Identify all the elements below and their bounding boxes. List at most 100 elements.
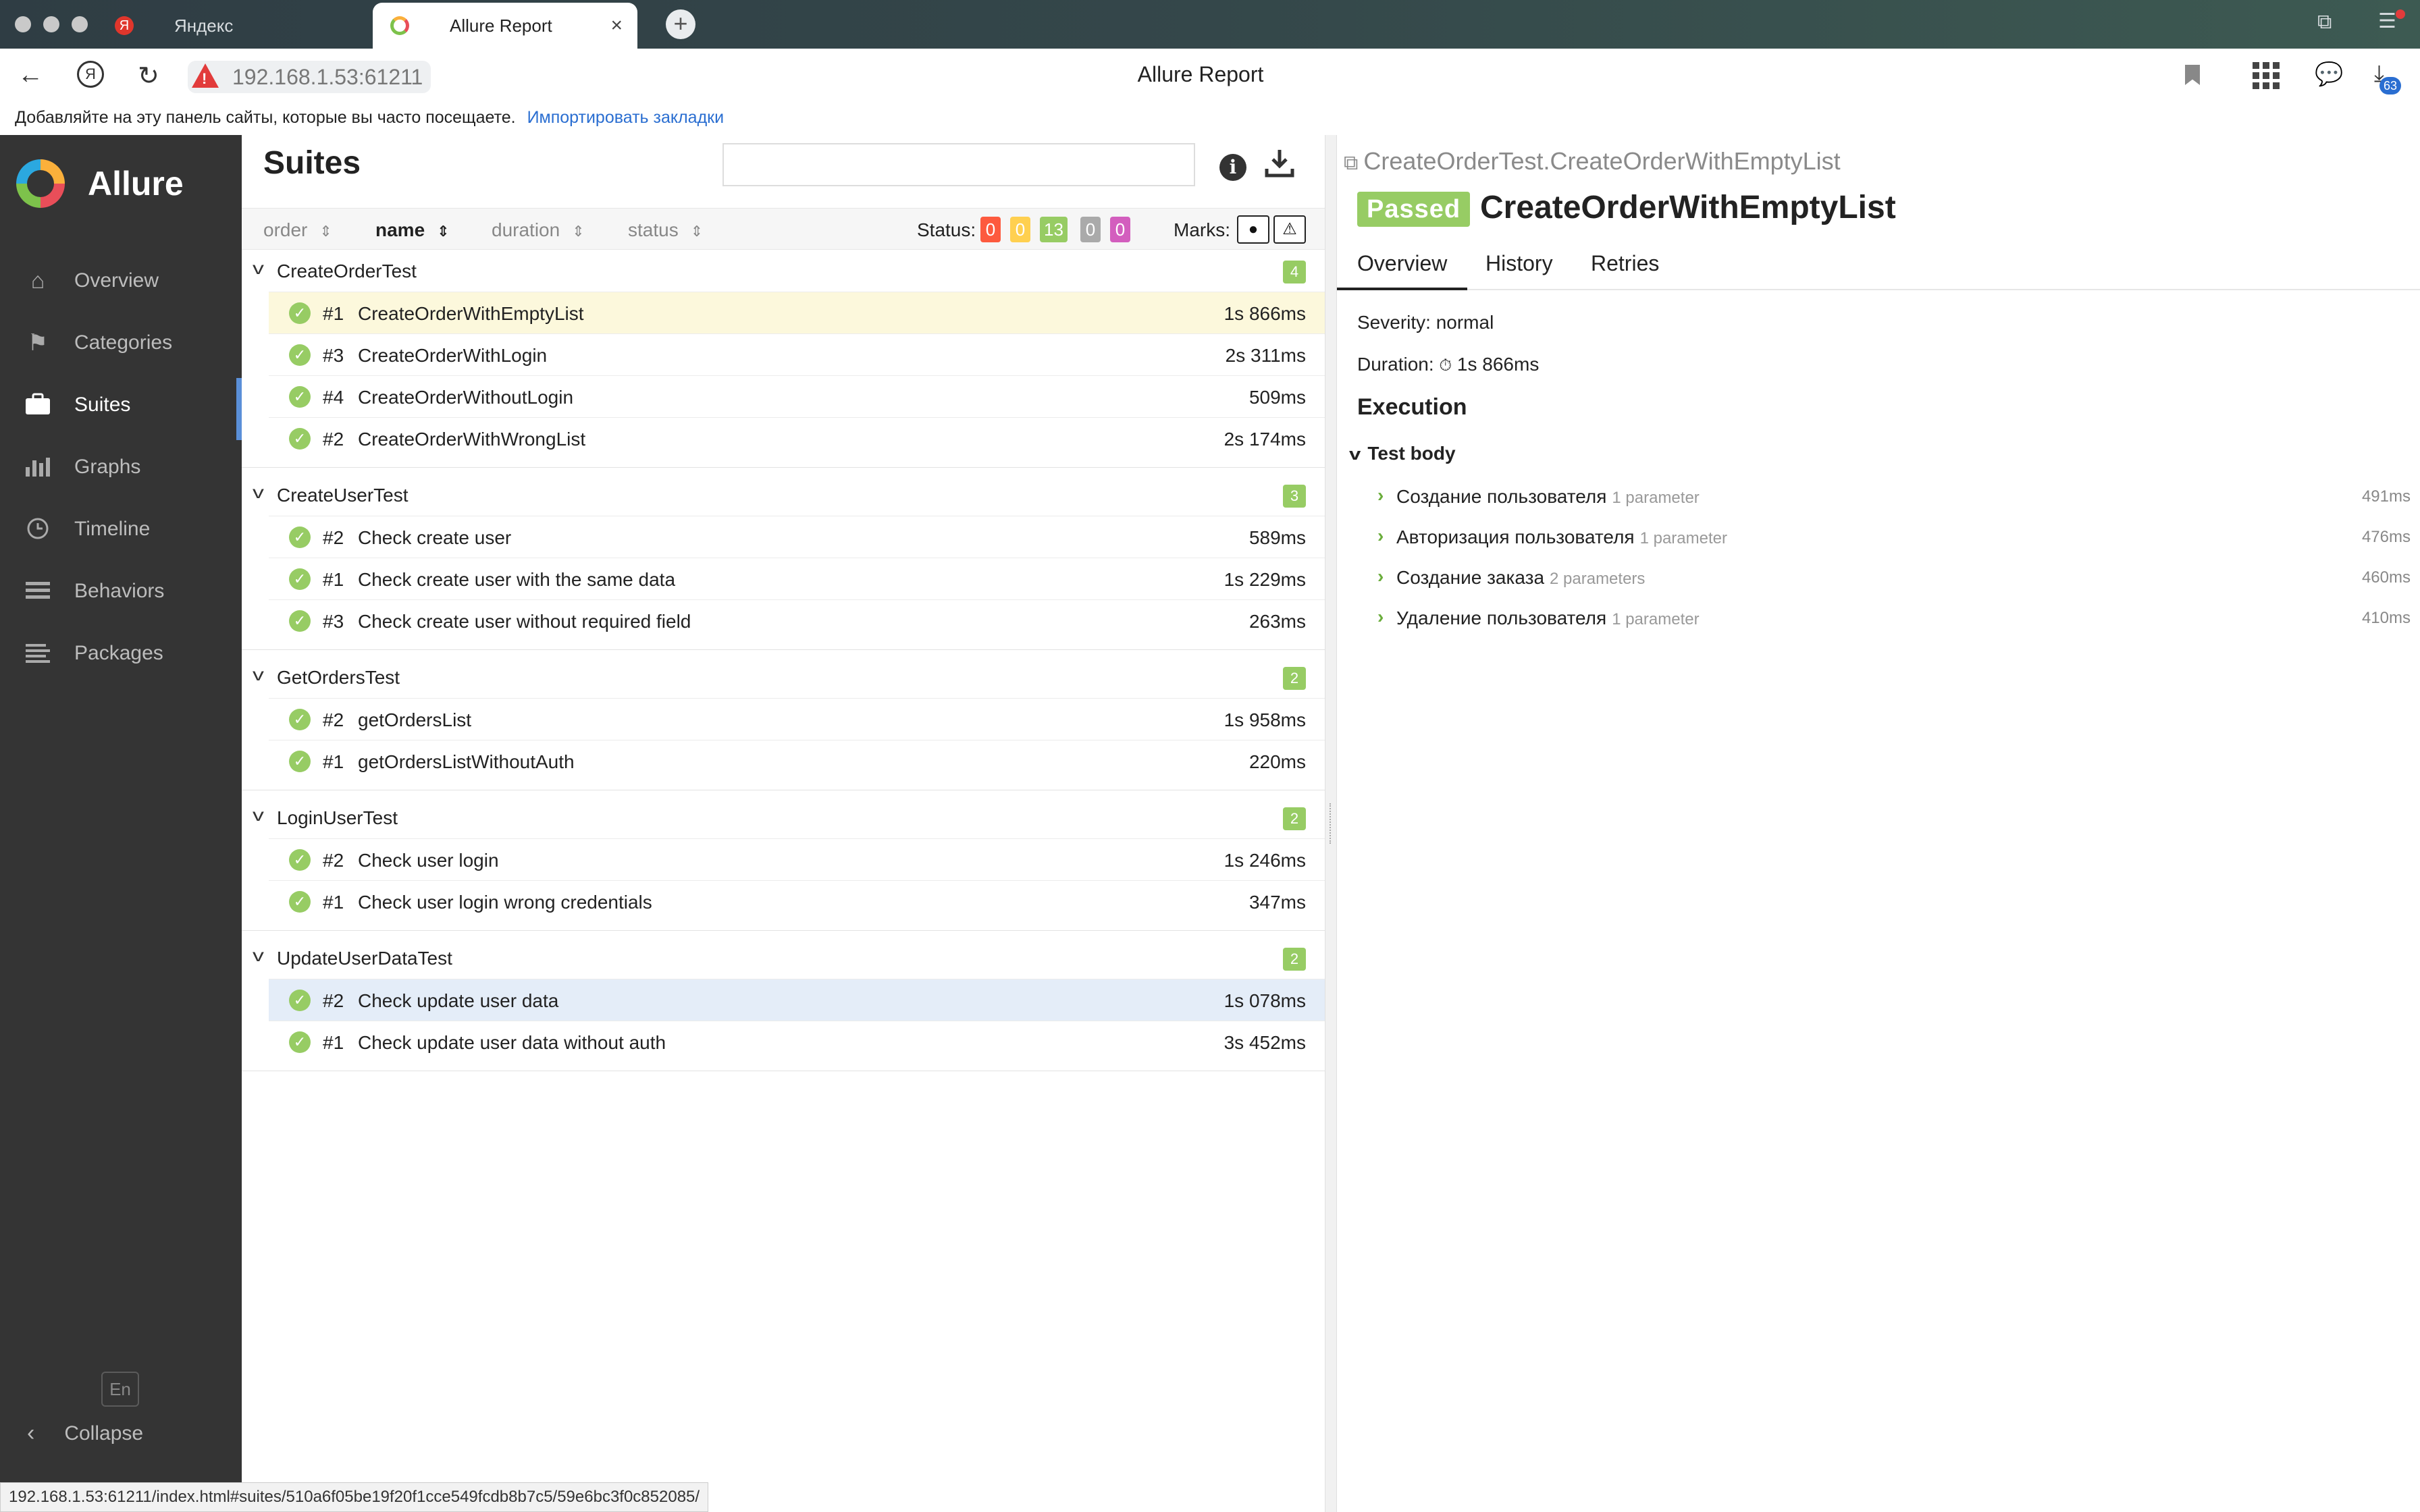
sidebar-item-categories[interactable]: ⚑ Categories [0, 312, 242, 374]
test-row[interactable]: ✓ #3 CreateOrderWithLogin 2s 311ms [269, 333, 1326, 375]
sidebar: Allure ⌂ Overview ⚑ Categories Suites Gr… [0, 135, 242, 1512]
download-icon[interactable] [1264, 147, 1295, 186]
suite-group-header[interactable]: v CreateUserTest 3 [242, 474, 1330, 516]
sidebar-item-behaviors[interactable]: Behaviors [0, 560, 242, 622]
test-name: getOrdersList [358, 709, 472, 730]
test-name: Check create user with the same data [358, 569, 676, 590]
language-button[interactable]: En [101, 1372, 139, 1407]
test-name: Check user login wrong credentials [358, 892, 652, 913]
brand[interactable]: Allure [16, 159, 184, 208]
sort-name[interactable]: name ⇕ [375, 219, 450, 241]
sidebar-item-packages[interactable]: Packages [0, 622, 242, 684]
passed-check-icon: ✓ [289, 302, 311, 324]
menu-icon[interactable]: ☰ [2378, 9, 2396, 33]
tab-yandex[interactable]: Я Яндекс [115, 3, 371, 49]
sidebar-item-timeline[interactable]: Timeline [0, 498, 242, 560]
suite-group-header[interactable]: v CreateOrderTest 4 [242, 250, 1330, 292]
step-row[interactable]: › Авторизация пользователя 1 parameter 476m… [1377, 517, 2411, 558]
sidebar-item-suites[interactable]: Suites [0, 374, 242, 436]
status-failed-chip[interactable]: 0 [980, 217, 1001, 242]
suite-name: UpdateUserDataTest [277, 948, 452, 969]
duration-value: 1s 866ms [1456, 354, 1540, 375]
tab-history[interactable]: History [1465, 251, 1573, 290]
suite-group-header[interactable]: v LoginUserTest 2 [242, 796, 1330, 838]
test-order: #2 [323, 527, 344, 548]
group-divider [242, 649, 1330, 650]
test-name: Check update user data without auth [358, 1032, 666, 1053]
passed-check-icon: ✓ [289, 751, 311, 772]
chevron-down-icon: v [253, 945, 264, 965]
splitter-handle[interactable] [1330, 803, 1332, 844]
window-zoom-button[interactable] [72, 16, 88, 32]
test-row[interactable]: ✓ #1 CreateOrderWithEmptyList 1s 866ms [269, 292, 1326, 333]
test-order: #1 [323, 1032, 344, 1053]
suite-count-badge: 3 [1283, 485, 1306, 508]
test-row[interactable]: ✓ #1 getOrdersListWithoutAuth 220ms [269, 740, 1326, 782]
status-passed-chip[interactable]: 13 [1040, 217, 1068, 242]
sidebar-item-graphs[interactable]: Graphs [0, 436, 242, 498]
chevron-down-icon: v [253, 258, 264, 278]
test-duration: 3s 452ms [1224, 1032, 1306, 1053]
copy-icon[interactable]: ⧉ [1344, 152, 1358, 174]
test-row[interactable]: ✓ #4 CreateOrderWithoutLogin 509ms [269, 375, 1326, 417]
test-duration: 1s 078ms [1224, 990, 1306, 1011]
search-input[interactable] [722, 143, 1195, 186]
test-row[interactable]: ✓ #1 Check create user with the same data 1… [269, 558, 1326, 599]
test-name: CreateOrderWithLogin [358, 345, 548, 366]
tab-retries[interactable]: Retries [1571, 251, 1679, 290]
tab-allure-report[interactable]: Allure Report × [373, 3, 637, 49]
window-close-button[interactable] [15, 16, 31, 32]
step-row[interactable]: › Удаление пользователя 1 parameter 410ms [1377, 598, 2411, 639]
home-icon: ⌂ [30, 268, 45, 294]
test-row[interactable]: ✓ #1 Check user login wrong credentials 347… [269, 880, 1326, 922]
test-detail-pane: ⧉ CreateOrderTest.CreateOrderWithEmptyLis… [1337, 135, 2420, 1512]
test-duration: 1s 958ms [1224, 709, 1306, 730]
test-row[interactable]: ✓ #3 Check create user without required fi… [269, 599, 1326, 641]
info-icon[interactable]: i [1219, 154, 1246, 181]
status-unknown-chip[interactable]: 0 [1110, 217, 1130, 242]
collapse-button[interactable]: ‹ Collapse [27, 1420, 143, 1447]
sort-order[interactable]: order ⇕ [263, 219, 332, 241]
sidebar-item-overview[interactable]: ⌂ Overview [0, 250, 242, 312]
close-tab-icon[interactable]: × [610, 14, 623, 37]
import-bookmarks-link[interactable]: Импортировать закладки [527, 108, 725, 127]
test-row[interactable]: ✓ #2 CreateOrderWithWrongList 2s 174ms [269, 417, 1326, 459]
clock-icon: ⏱ [1439, 356, 1452, 375]
severity: Severity: normal [1357, 312, 1494, 333]
suite-group-header[interactable]: v GetOrdersTest 2 [242, 656, 1330, 698]
breadcrumb[interactable]: ⧉ CreateOrderTest.CreateOrderWithEmptyLis… [1344, 147, 1841, 176]
test-duration: 220ms [1248, 751, 1306, 772]
duration: Duration: ⏱ 1s 866ms [1357, 354, 1539, 375]
sort-duration[interactable]: duration ⇕ [492, 219, 585, 241]
step-row[interactable]: › Создание заказа 2 parameters 460ms [1377, 558, 2411, 598]
test-order: #1 [323, 892, 344, 913]
sort-status[interactable]: status ⇕ [628, 219, 703, 241]
status-skipped-chip[interactable]: 0 [1080, 217, 1101, 242]
suite-count-badge: 4 [1283, 261, 1306, 284]
test-row[interactable]: ✓ #2 Check user login 1s 246ms [269, 838, 1326, 880]
active-nav-indicator [236, 378, 242, 440]
flaky-mark-icon[interactable]: ● [1237, 215, 1269, 244]
detail-tabs: Overview History Retries [1337, 244, 2420, 290]
test-row[interactable]: ✓ #2 Check create user 589ms [269, 516, 1326, 558]
test-row[interactable]: ✓ #2 getOrdersList 1s 958ms [269, 698, 1326, 740]
chevron-down-icon: v [253, 482, 264, 502]
flag-icon: ⚑ [27, 330, 49, 356]
tab-collections-icon[interactable]: ⧉ [2317, 11, 2332, 34]
tab-overview[interactable]: Overview [1337, 251, 1468, 290]
step-row[interactable]: › Создание пользователя 1 parameter 491ms [1377, 477, 2411, 517]
passed-check-icon: ✓ [289, 1031, 311, 1053]
group-divider [242, 930, 1330, 931]
clock-icon [23, 517, 53, 541]
tab-label: Allure Report [450, 15, 552, 36]
test-body-toggle[interactable]: v Test body [1349, 443, 1456, 464]
new-tab-button[interactable]: + [666, 9, 695, 39]
passed-check-icon: ✓ [289, 891, 311, 913]
test-row[interactable]: ✓ #2 Check update user data 1s 078ms [269, 979, 1326, 1021]
window-minimize-button[interactable] [43, 16, 59, 32]
status-broken-chip[interactable]: 0 [1010, 217, 1030, 242]
test-row[interactable]: ✓ #1 Check update user data without auth 3s… [269, 1021, 1326, 1062]
new-failed-mark-icon[interactable]: ⚠ [1273, 215, 1306, 244]
suite-group-header[interactable]: v UpdateUserDataTest 2 [242, 937, 1330, 979]
test-order: #2 [323, 709, 344, 730]
